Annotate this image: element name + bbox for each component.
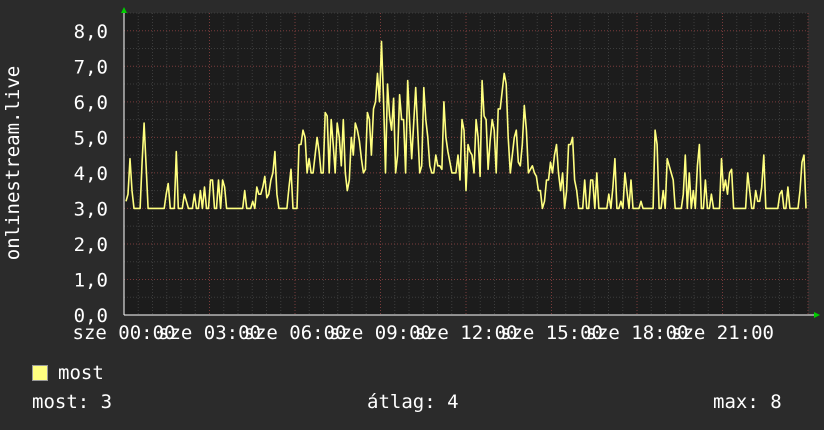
y-tick-label: 6,0 (74, 92, 108, 114)
stat-max: max: 8 (713, 391, 782, 413)
y-tick-label: 1,0 (74, 269, 108, 291)
x-tick-label: sze 21:00 (671, 322, 774, 344)
y-tick-label: 8,0 (74, 21, 108, 43)
legend: most (32, 362, 104, 384)
y-tick-label: 7,0 (74, 56, 108, 78)
stat-current: most: 3 (32, 391, 113, 413)
y-tick-label: 2,0 (74, 234, 108, 256)
x-axis-arrow-icon (814, 312, 820, 318)
y-axis-ticks: 0,01,02,03,04,05,06,07,08,0 (74, 21, 108, 327)
legend-swatch (32, 365, 48, 381)
y-axis-arrow-icon (121, 7, 127, 13)
stat-average: átlag: 4 (367, 391, 459, 413)
y-axis-label: onlinestream.live (2, 66, 24, 260)
y-tick-label: 4,0 (74, 163, 108, 185)
x-axis-ticks: sze 00:00sze 03:00sze 06:00sze 09:00sze … (73, 322, 774, 344)
chart-canvas: 0,01,02,03,04,05,06,07,08,0 sze 00:00sze… (2, 7, 820, 344)
y-tick-label: 5,0 (74, 127, 108, 149)
y-tick-label: 3,0 (74, 198, 108, 220)
legend-label: most (58, 362, 104, 384)
